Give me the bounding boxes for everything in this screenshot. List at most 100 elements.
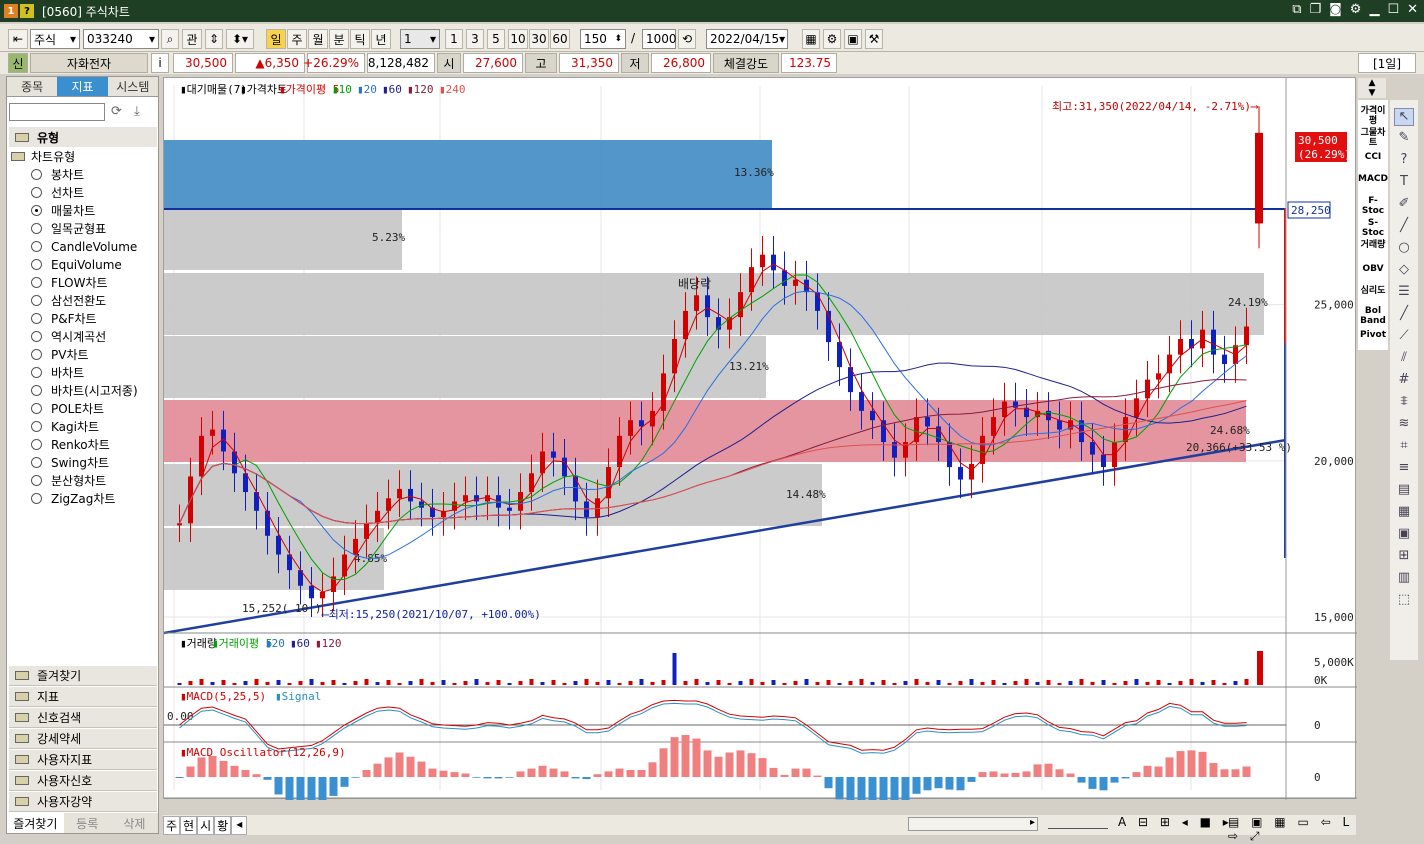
chart-type-group[interactable]: 차트유형 [11,148,75,165]
indicator-button[interactable]: Pivot [1358,330,1388,340]
drawing-tool-icon[interactable]: ○ [1394,240,1414,258]
drawing-tool-icon[interactable]: ╱ [1394,218,1414,236]
tools-icon[interactable]: ⚒ [865,29,883,49]
chart-area[interactable]: 13.36% 5.23% 13.21% 14.48% 4.85% ▮대기매물(7) ▮가격차… [163,77,1357,800]
save-icon[interactable]: ▣ [844,29,862,49]
drawing-tool-icon[interactable]: ✎ [1394,130,1414,148]
folder-item[interactable]: 즐겨찾기 [9,666,157,686]
drawing-tool-icon[interactable]: # [1394,372,1414,390]
tab-delete[interactable]: 삭제 [110,813,158,833]
drawing-tool-icon[interactable]: T [1394,174,1414,192]
date-input[interactable]: 2022/04/15 ▾ [706,29,788,49]
export-icons[interactable]: ▤ ▣ ▦ ▭ ⇦ L ⇨ ⤢ [1228,815,1356,844]
chart-type-item[interactable]: Kagi차트 [31,418,99,435]
quick-30[interactable]: 30 [529,29,549,49]
folder-item[interactable]: 사용자지표 [9,750,157,770]
chart-type-item[interactable]: 선차트 [31,184,84,201]
drawing-tool-icon[interactable]: ≡ [1394,460,1414,478]
folder-item[interactable]: 강세약세 [9,729,157,749]
chart-type-item[interactable]: FLOW차트 [31,274,108,291]
mode-button[interactable]: 시 [197,816,215,835]
tab-favorites[interactable]: 즐겨찾기 [7,813,64,833]
folder-item[interactable]: 사용자강약 [9,792,157,812]
tab-indicator[interactable]: 지표 [57,77,108,96]
period-minute[interactable]: 분 [329,29,349,49]
tab-register[interactable]: 등록 [63,813,111,833]
drawing-tool-icon[interactable]: ⊞ [1394,548,1414,566]
folder-item[interactable]: 지표 [9,687,157,707]
chart-type-item[interactable]: 역시계곡선 [31,328,106,345]
kwan-button[interactable]: 관 [182,29,202,49]
quick-60[interactable]: 60 [550,29,570,49]
chart-type-item[interactable]: 매물차트 [31,202,95,219]
mode-button[interactable]: 황 [214,816,232,835]
drawing-tool-icon[interactable]: ▥ [1394,570,1414,588]
folder-item[interactable]: 사용자신호 [9,771,157,791]
indicator-button[interactable]: 거래량 [1358,240,1388,250]
chart-type-item[interactable]: P&F차트 [31,310,97,327]
link-icon[interactable]: ⧉ [1292,2,1301,17]
category-header[interactable]: 유형 [9,127,157,147]
period-month[interactable]: 월 [308,29,328,49]
camera-icon[interactable]: ◙ [1329,2,1342,17]
drawing-tool-icon[interactable]: ↖ [1394,108,1414,126]
refresh-icon[interactable]: ⟳ [111,104,122,119]
scroll-up-icon[interactable]: ▲ ▼ [1358,78,1386,98]
chart-type-item[interactable]: 봉차트 [31,166,84,183]
chart-type-item[interactable]: Renko차트 [31,436,110,453]
chart-icon[interactable]: ▦ [802,29,820,49]
spin-icon[interactable]: ⬍▾ [226,29,254,49]
quick-10[interactable]: 10 [508,29,528,49]
drawing-tool-icon[interactable]: ╱ [1394,306,1414,324]
chart-type-item[interactable]: 바차트 [31,364,84,381]
indicator-button[interactable]: F-Stoc [1358,196,1388,216]
tab-stock[interactable]: 종목 [7,77,58,96]
chart-type-item[interactable]: POLE차트 [31,400,104,417]
quick-1[interactable]: 1 [445,29,463,49]
refresh-icon[interactable]: ⟲ [678,29,696,49]
prev-icon[interactable]: ⇤ [8,29,28,49]
drawing-tool-icon[interactable]: ⫽ [1394,350,1414,368]
drawing-tool-icon[interactable]: ≋ [1394,416,1414,434]
chart-type-item[interactable]: 바차트(시고저종) [31,382,138,399]
chart-type-item[interactable]: ZigZag차트 [31,490,115,507]
indicator-button[interactable]: Bol Band [1358,306,1388,326]
copy-icon[interactable]: ❐ [1310,2,1322,17]
info-icon[interactable]: i [151,53,169,73]
drawing-tool-icon[interactable]: ? [1394,152,1414,170]
chart-type-item[interactable]: Swing차트 [31,454,109,471]
drawing-tool-icon[interactable]: ☰ [1394,284,1414,302]
indicator-button[interactable]: 그물차트 [1358,128,1388,148]
period-day[interactable]: 일 [266,29,286,49]
updown-icon[interactable]: ⇕ [205,29,223,49]
chart-type-item[interactable]: 삼선전환도 [31,292,106,309]
settings-icon[interactable]: ⚙ [1350,2,1362,17]
mode-button[interactable]: 현 [180,816,198,835]
drawing-tool-icon[interactable]: ⬚ [1394,592,1414,610]
period-week[interactable]: 주 [287,29,307,49]
download-icon[interactable]: ⤓ [134,104,140,119]
indicator-button[interactable]: CCI [1358,152,1388,162]
gear-icon[interactable]: ⚙ [823,29,841,49]
quick-5[interactable]: 5 [487,29,505,49]
scroll-left-icon[interactable]: ◂ [231,816,248,835]
close-icon[interactable]: ✕ [1407,2,1418,17]
search-icon[interactable]: ⌕ [161,29,179,49]
chart-type-item[interactable]: EquiVolume [31,256,122,273]
period-tick[interactable]: 틱 [350,29,370,49]
drawing-tool-icon[interactable]: ◇ [1394,262,1414,280]
nav-icons[interactable]: A ⊟ ⊞ ◂ ■ ▸ [1118,815,1233,829]
drawing-tool-icon[interactable]: ⌗ [1394,438,1414,456]
chart-type-item[interactable]: 분산형차트 [31,472,106,489]
help-icon[interactable]: ? [20,4,34,18]
total-input[interactable]: 1000 [642,29,677,49]
minimize-icon[interactable]: ▁ [1369,2,1379,17]
chart-type-item[interactable]: CandleVolume [31,238,137,255]
chart-type-item[interactable]: PV차트 [31,346,89,363]
interval-select[interactable]: 1 ▾ [400,29,440,49]
drawing-tool-icon[interactable]: ✐ [1394,196,1414,214]
chart-type-item[interactable]: 일목균형표 [31,220,106,237]
code-input[interactable]: 033240 ▾ [83,29,159,49]
drawing-tool-icon[interactable]: ▣ [1394,526,1414,544]
indicator-button[interactable]: 가격이평 [1358,106,1388,126]
